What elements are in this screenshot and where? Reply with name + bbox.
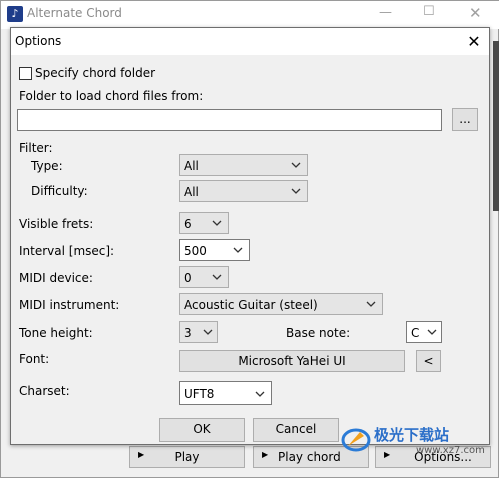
dialog-title: Options (15, 34, 62, 48)
ok-button[interactable]: OK (159, 418, 245, 442)
options-dialog: Options ✕ Specify chord folder Folder to… (10, 27, 490, 445)
tone-height-label: Tone height: (19, 326, 93, 340)
cancel-button[interactable]: Cancel (253, 418, 339, 442)
interval-label: Interval [msec]: (19, 244, 115, 258)
folder-input[interactable] (17, 109, 442, 131)
chevron-down-icon (291, 188, 301, 194)
filter-label: Filter: (19, 141, 53, 155)
difficulty-label: Difficulty: (31, 184, 88, 198)
type-select[interactable]: All (179, 154, 308, 176)
tone-height-select[interactable]: 3 (179, 321, 218, 343)
visible-frets-label: Visible frets: (19, 217, 94, 231)
dialog-close-icon[interactable]: ✕ (463, 31, 485, 53)
play-chord-arrow-icon: ▶ (262, 450, 269, 459)
midi-instrument-label: MIDI instrument: (19, 298, 120, 312)
app-icon: ♪ (7, 6, 23, 22)
watermark-logo-icon (341, 428, 371, 452)
base-note-select[interactable]: C (406, 321, 442, 343)
midi-device-select[interactable]: 0 (179, 266, 229, 288)
watermark-text: 极光下载站 (374, 426, 450, 444)
chevron-down-icon (212, 274, 222, 280)
folder-label: Folder to load chord files from: (19, 89, 204, 103)
visible-frets-select[interactable]: 6 (179, 212, 229, 234)
chevron-down-icon (255, 391, 265, 397)
font-label: Font: (19, 352, 50, 366)
specify-folder-checkbox[interactable] (19, 67, 32, 80)
chevron-down-icon (203, 329, 213, 335)
interval-combo[interactable]: 500 (179, 239, 250, 261)
dialog-title-bar: Options ✕ (11, 28, 489, 55)
midi-instrument-select[interactable]: Acoustic Guitar (steel) (179, 293, 383, 315)
specify-folder-label: Specify chord folder (35, 66, 156, 80)
parent-window-title: Alternate Chord (27, 6, 122, 20)
font-display: Microsoft YaHei UI (179, 350, 405, 372)
font-choose-button[interactable]: < (416, 350, 441, 372)
parent-edge (493, 41, 499, 211)
chevron-down-icon (366, 301, 376, 307)
minimize-icon[interactable]: — (379, 5, 392, 20)
charset-label: Charset: (19, 384, 70, 398)
maximize-icon[interactable]: ☐ (423, 4, 435, 19)
difficulty-select[interactable]: All (179, 180, 308, 202)
chevron-down-icon (427, 329, 437, 335)
watermark-url: www.xz7.com (416, 445, 485, 456)
watermark: 极光下载站 www.xz7.com (340, 424, 490, 456)
chevron-down-icon (233, 247, 243, 253)
browse-button[interactable]: ... (452, 108, 478, 131)
midi-device-label: MIDI device: (19, 271, 93, 285)
chevron-down-icon (291, 162, 301, 168)
type-label: Type: (31, 159, 63, 173)
chevron-down-icon (212, 220, 222, 226)
base-note-label: Base note: (286, 326, 351, 340)
parent-title-bar: ♪ Alternate Chord — ☐ ✕ (1, 1, 499, 29)
play-button[interactable]: ▶ Play (129, 446, 245, 468)
close-icon[interactable]: ✕ (469, 4, 482, 22)
charset-select[interactable]: UFT8 (179, 381, 272, 405)
